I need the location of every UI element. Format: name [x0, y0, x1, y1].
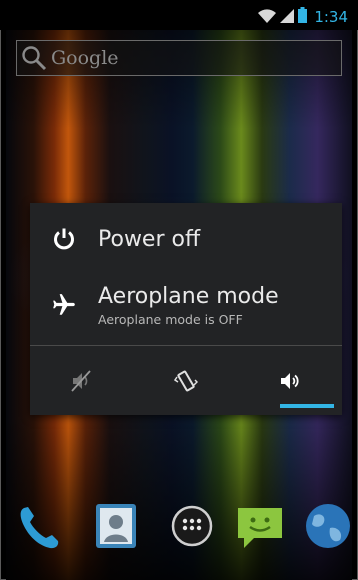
wifi-icon	[258, 8, 277, 27]
aeroplane-mode-label: Aeroplane mode	[98, 283, 279, 309]
status-time: 1:34	[314, 8, 348, 26]
search-bar[interactable]: Google	[16, 40, 342, 76]
vibrate-mode-button[interactable]	[134, 346, 238, 415]
battery-icon	[298, 7, 308, 27]
silent-mode-button[interactable]	[30, 346, 134, 415]
airplane-icon	[51, 292, 77, 318]
power-off-item[interactable]: Power off	[30, 217, 342, 261]
search-placeholder: Google	[51, 47, 119, 69]
all-apps-icon[interactable]	[164, 498, 220, 554]
phone-icon[interactable]	[12, 498, 68, 554]
power-off-label: Power off	[98, 226, 201, 252]
aeroplane-mode-item[interactable]: Aeroplane mode Aeroplane mode is OFF	[30, 275, 342, 335]
signal-icon	[280, 8, 295, 27]
search-icon	[21, 45, 47, 71]
vibrate-icon	[174, 369, 198, 393]
aeroplane-mode-status: Aeroplane mode is OFF	[98, 311, 243, 327]
power-icon	[52, 227, 76, 251]
silent-icon	[70, 369, 94, 393]
dock	[6, 492, 352, 578]
power-options-dialog: Power off Aeroplane mode Aeroplane mode …	[30, 203, 342, 415]
sound-mode-selector	[30, 346, 342, 415]
status-bar: 1:34	[0, 0, 358, 30]
browser-icon[interactable]	[300, 498, 356, 554]
messaging-icon[interactable]	[232, 498, 288, 554]
sound-on-icon	[278, 369, 302, 393]
contacts-icon[interactable]	[88, 498, 144, 554]
selected-mode-indicator	[280, 404, 334, 408]
